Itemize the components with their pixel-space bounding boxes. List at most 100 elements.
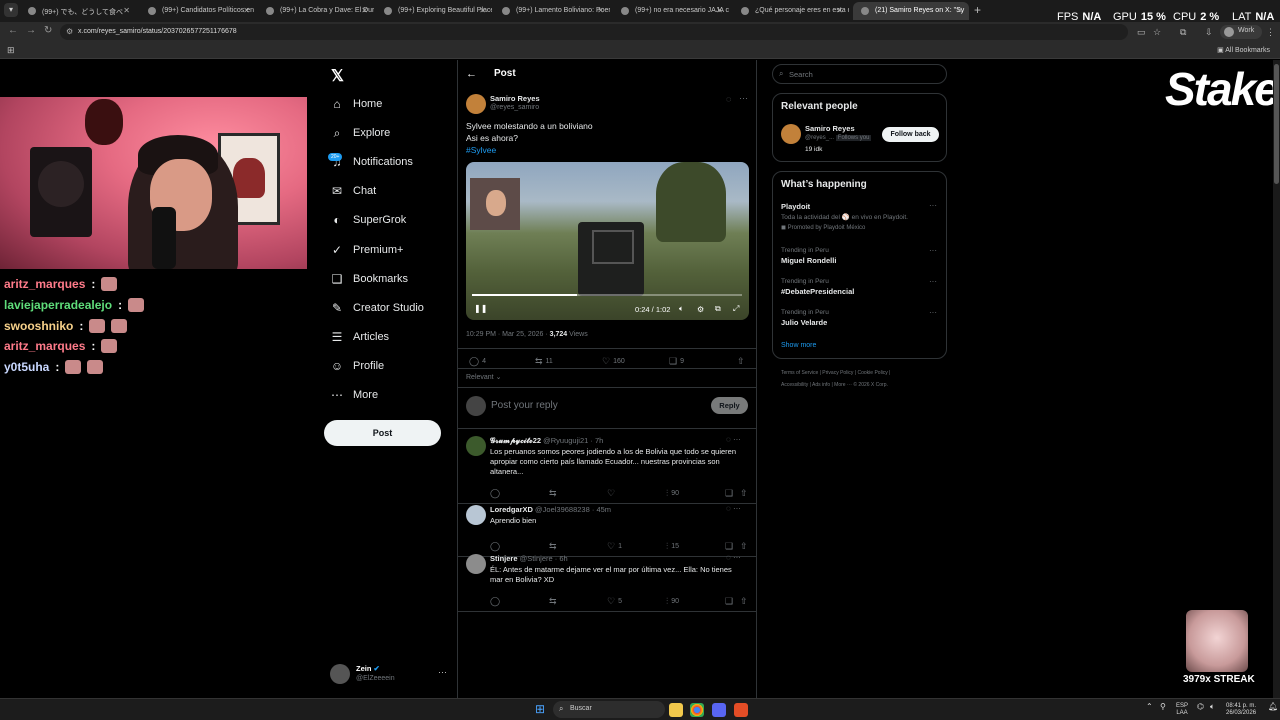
comment-bookmark-action[interactable]: ❑ (725, 488, 733, 499)
back-arrow-icon[interactable]: ← (466, 68, 477, 80)
video-player[interactable]: ❚❚ 0:24 / 1:02 🔈︎ ⚙ ⧉ ⤢ (466, 162, 749, 320)
browser-tab[interactable]: (21) Samiro Reyes on X: "Sy ✕ (853, 2, 969, 20)
repost-action[interactable]: ⇆ 11 (535, 356, 553, 367)
tray-chevron-icon[interactable]: ⌃ (1146, 703, 1153, 711)
commenter-avatar[interactable] (466, 554, 486, 574)
tab-close-icon[interactable]: ✕ (479, 6, 486, 15)
downloads-icon[interactable]: ⇩ (1205, 27, 1213, 38)
author-handle[interactable]: @reyes_samiro (490, 104, 539, 111)
site-info-icon[interactable]: ⚙ (66, 27, 73, 36)
browser-tab[interactable]: (99+) no era necesario JAJA co ✕ (613, 2, 729, 20)
file-explorer-icon[interactable] (669, 703, 683, 717)
network-icon[interactable]: ⌬ (1197, 703, 1204, 711)
comment-views[interactable]: ⫶ 90 (666, 596, 679, 607)
footer-links-1[interactable]: Terms of Service | Privacy Policy | Cook… (781, 370, 890, 376)
footer-links-2[interactable]: Accessibility | Ads info | More ··· © 20… (781, 382, 888, 388)
comment-share-action[interactable]: ⇧ (740, 488, 748, 499)
comment-views[interactable]: ⫶ 90 (666, 488, 679, 499)
tab-close-icon[interactable]: ✕ (243, 6, 250, 15)
nav-item-bookmarks[interactable]: ❑ Bookmarks (330, 267, 408, 291)
author-name[interactable]: Samiro Reyes (490, 94, 540, 103)
windows-start-icon[interactable]: ⊞ (535, 703, 547, 715)
commenter-name[interactable]: LoredgarXD (490, 505, 533, 514)
tab-close-icon[interactable]: ✕ (123, 6, 130, 15)
person-avatar[interactable] (781, 124, 801, 144)
mic-icon[interactable]: ⚲ (1160, 703, 1166, 711)
new-tab-button[interactable]: + (974, 3, 981, 17)
comment-share-action[interactable]: ⇧ (740, 596, 748, 607)
browser-app-icon[interactable] (734, 703, 748, 717)
extensions-icon[interactable]: ⧉ (1180, 27, 1186, 38)
commenter-avatar[interactable] (466, 505, 486, 525)
bookmark-action[interactable]: ❑ 9 (669, 356, 684, 367)
browser-tab[interactable]: (99+) でも、どうして食べ ✕ (20, 2, 136, 20)
x-logo-icon[interactable]: 𝕏 (331, 66, 344, 86)
pause-icon[interactable]: ❚❚ (474, 304, 487, 313)
account-name[interactable]: Zein ✔ (356, 664, 380, 673)
volume-icon[interactable]: 🔈︎ (679, 304, 684, 314)
post-more-icon[interactable]: ··· (739, 93, 748, 103)
reply-button[interactable]: Reply (711, 397, 748, 414)
commenter-name[interactable]: Stinjere (490, 554, 518, 563)
trend-more-icon[interactable]: ··· (929, 201, 937, 210)
chrome-icon[interactable] (690, 703, 704, 717)
browser-tab[interactable]: (99+) Exploring Beautiful Places ✕ (376, 2, 492, 20)
nav-item-explore[interactable]: ⌕ Explore (330, 121, 391, 145)
comment-bookmark-action[interactable]: ❑ (725, 541, 733, 552)
nav-item-supergrok[interactable]: ◐ SuperGrok (330, 208, 406, 232)
pip-icon[interactable]: ⧉ (715, 304, 721, 314)
browser-tab[interactable]: (99+) Lamento Boliviano: Poema ✕ (494, 2, 610, 20)
nav-item-profile[interactable]: ☺ Profile (330, 354, 384, 378)
comment-reply-action[interactable]: ◯ (490, 488, 500, 499)
reply-action[interactable]: ◯ 4 (469, 356, 486, 367)
trend-more-icon[interactable]: ··· (929, 277, 937, 286)
cast-icon[interactable]: ▭ (1137, 27, 1146, 38)
star-icon[interactable]: ☆ (1153, 27, 1161, 38)
reload-icon[interactable]: ↻ (44, 25, 52, 36)
author-avatar[interactable] (466, 94, 486, 114)
like-action[interactable]: ♡ 160 (602, 356, 625, 367)
browser-tab[interactable]: (99+) La Cobra y Dave: El Duro ✕ (258, 2, 374, 20)
browser-tab[interactable]: ¿Qué personaje eres en esta d ✕ (733, 2, 849, 20)
tab-close-icon[interactable]: ✕ (597, 6, 604, 15)
sort-dropdown[interactable]: Relevant ⌄ (466, 373, 501, 381)
comment-bookmark-action[interactable]: ❑ (725, 596, 733, 607)
nav-item-creator-studio[interactable]: ✎ Creator Studio (330, 296, 424, 320)
tab-close-icon[interactable]: ✕ (956, 6, 963, 15)
tab-search-button[interactable]: ▾ (4, 3, 18, 17)
account-avatar[interactable] (330, 664, 350, 684)
settings-icon[interactable]: ⚙ (697, 305, 704, 314)
comment-more-icon[interactable]: ◌ ··· (726, 435, 741, 444)
video-progress-bar[interactable] (472, 294, 742, 296)
comment-repost-action[interactable]: ⇆ (549, 596, 557, 607)
reply-input[interactable]: Post your reply (491, 400, 558, 411)
all-bookmarks-button[interactable]: ▣ All Bookmarks (1217, 46, 1270, 54)
fullscreen-icon[interactable]: ⤢ (733, 304, 739, 314)
apps-grid-icon[interactable]: ⊞ (7, 45, 15, 56)
comment-like-action[interactable]: ♡ 5 (607, 596, 622, 607)
comment-like-action[interactable]: ♡ 1 (607, 541, 622, 552)
post-hashtag[interactable]: #Sylvee (466, 145, 496, 155)
show-more-link[interactable]: Show more (781, 342, 816, 349)
forward-icon[interactable]: → (26, 25, 36, 36)
nav-item-notifications[interactable]: ♫ Notifications (330, 150, 413, 174)
commenter-name[interactable]: 𝓖𝓻𝓾𝓶𝓹𝔂𝓬𝓲𝓽𝓸22 (490, 436, 541, 445)
browser-tab[interactable]: (99+) Candidatos Políticos en O ✕ (140, 2, 256, 20)
trend-more-icon[interactable]: ··· (929, 308, 937, 317)
comment-more-icon[interactable]: ◌ ··· (726, 553, 741, 562)
clock[interactable]: 08:41 p. m. 26/03/2026 (1226, 703, 1256, 717)
search-input[interactable]: ⌕ Search (772, 64, 947, 84)
taskbar-search[interactable]: ⌕ Buscar (553, 701, 665, 718)
post-button[interactable]: Post (324, 420, 441, 446)
grok-icon[interactable]: ◌ (726, 94, 731, 104)
address-bar[interactable]: ⚙ x.com/reyes_samiro/status/203702657725… (60, 24, 1128, 40)
comment-reply-action[interactable]: ◯ (490, 596, 500, 607)
volume-icon[interactable]: 🔈︎ (1210, 703, 1215, 711)
comment-repost-action[interactable]: ⇆ (549, 488, 557, 499)
comment-more-icon[interactable]: ◌ ··· (726, 504, 741, 513)
nav-item-more[interactable]: ⋯ More (330, 383, 378, 407)
nav-item-premium[interactable]: ✓ Premium+ (330, 238, 403, 262)
language-indicator[interactable]: ESP LAA (1176, 703, 1188, 717)
back-icon[interactable]: ← (8, 25, 18, 36)
profile-chip[interactable]: Work (1220, 25, 1263, 39)
